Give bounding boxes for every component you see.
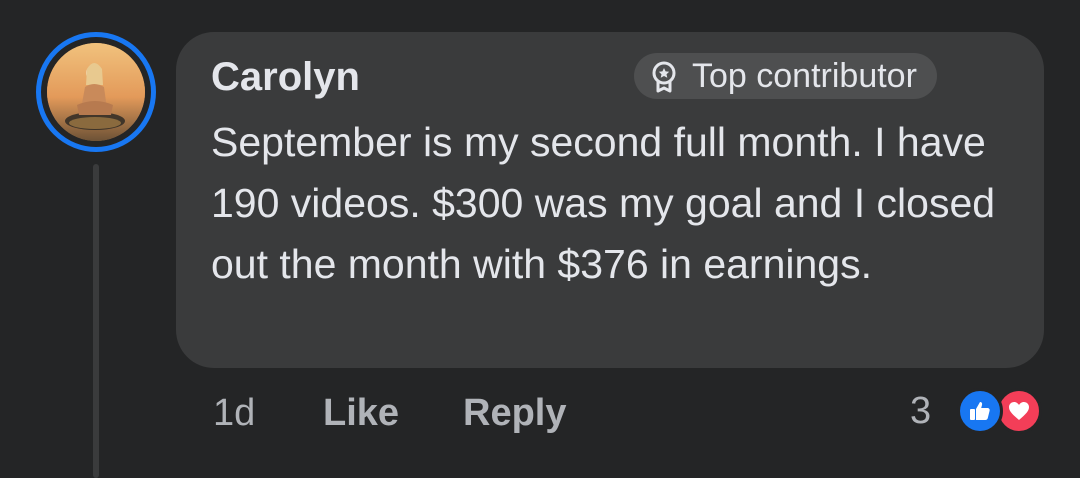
avatar-story-ring[interactable] bbox=[36, 32, 156, 152]
award-badge-icon bbox=[652, 61, 676, 93]
badge-label: Top contributor bbox=[692, 57, 917, 95]
avatar-photo bbox=[47, 43, 145, 141]
avatar[interactable] bbox=[47, 43, 145, 141]
comment-thread: Carolyn Top contributor September is my … bbox=[0, 0, 1080, 478]
comment-timestamp[interactable]: 1d bbox=[213, 388, 255, 438]
reaction-count: 3 bbox=[910, 390, 932, 432]
comment-bubble: Carolyn Top contributor September is my … bbox=[176, 32, 1044, 368]
reactions-summary[interactable]: 3 bbox=[910, 385, 1044, 437]
thread-line bbox=[93, 164, 99, 478]
top-contributor-badge[interactable]: Top contributor bbox=[634, 53, 937, 99]
comment-body: September is my second full month. I hav… bbox=[211, 119, 996, 287]
like-icon bbox=[957, 388, 1003, 434]
comment-author-name[interactable]: Carolyn bbox=[211, 52, 360, 102]
like-button[interactable]: Like bbox=[323, 388, 399, 438]
reply-button[interactable]: Reply bbox=[463, 388, 566, 438]
